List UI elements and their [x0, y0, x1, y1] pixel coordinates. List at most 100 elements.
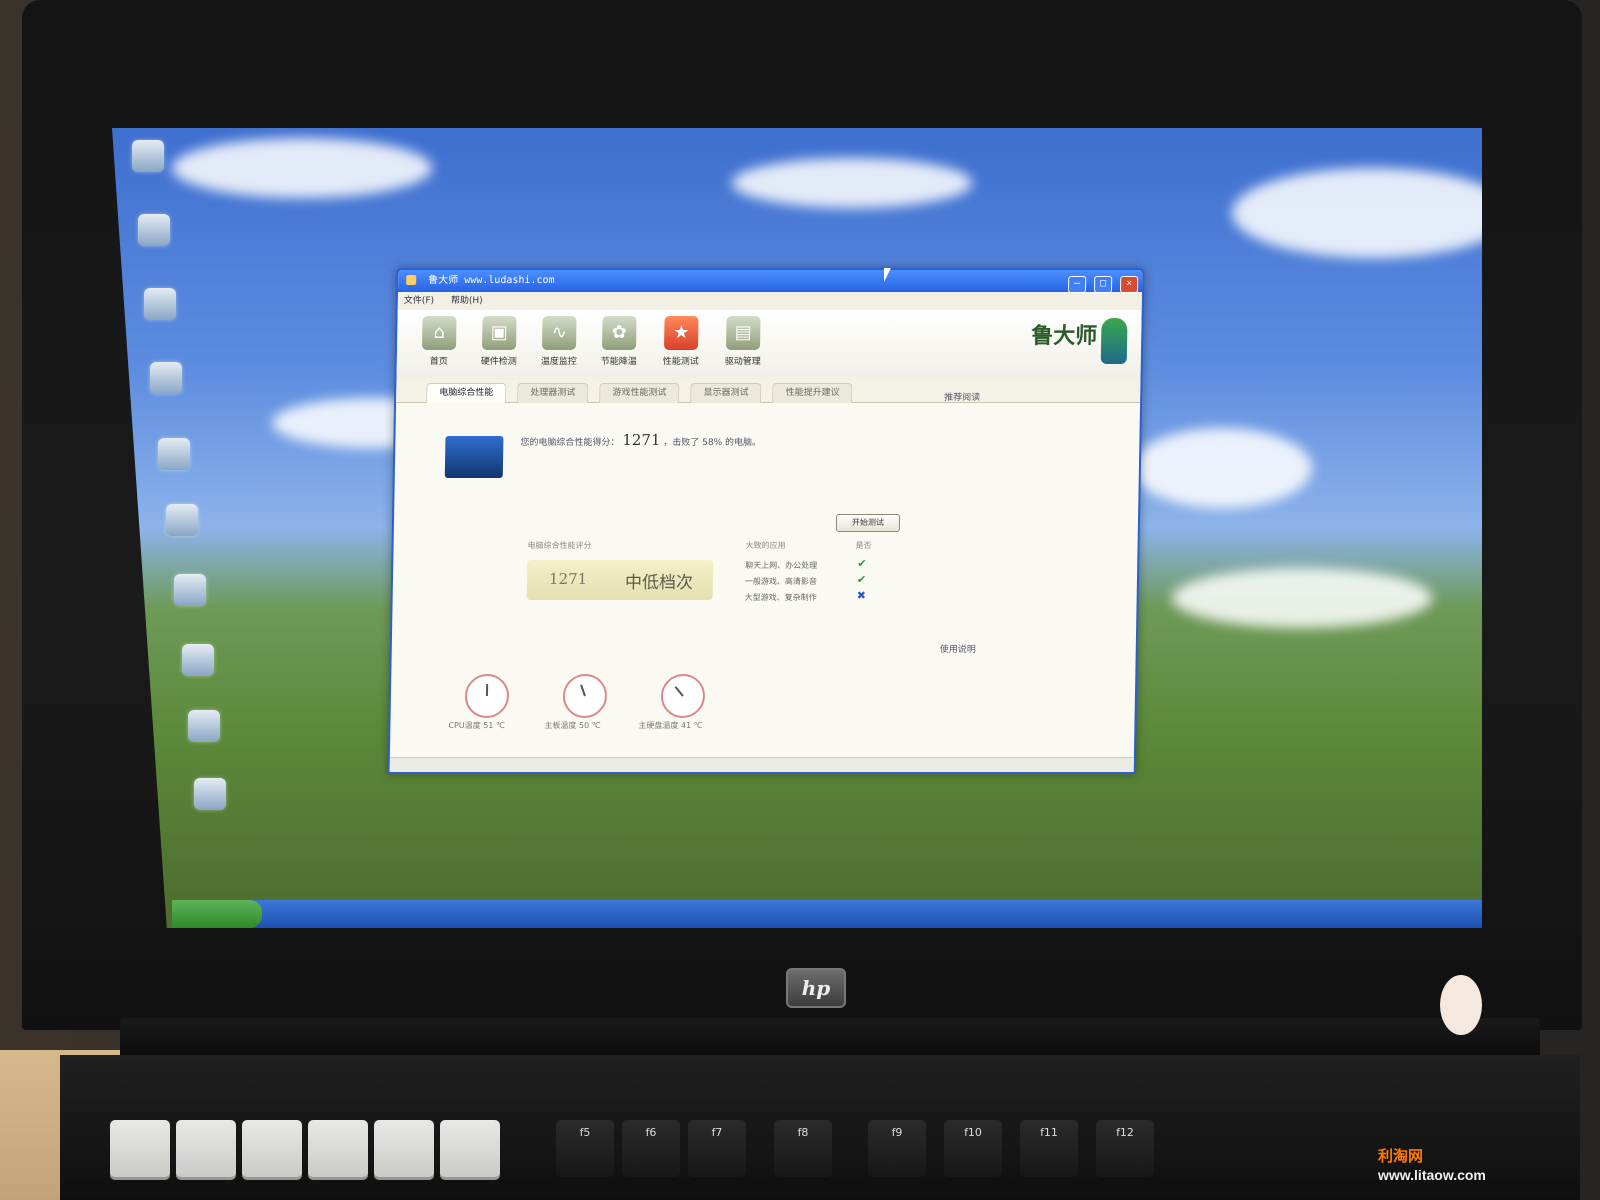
suitability-header-ok: 是否	[855, 541, 872, 550]
close-icon[interactable]: ×	[1119, 276, 1139, 293]
recommended-link[interactable]	[943, 465, 1123, 479]
tool-label: 首页	[429, 357, 448, 367]
cloud	[1132, 428, 1312, 508]
recommended-heading: 推荐阅读	[944, 393, 981, 403]
watermark: 利淘网 www.litaow.com	[1378, 1148, 1486, 1184]
key-label: f9	[891, 1126, 903, 1139]
watermark-url: www.litaow.com	[1378, 1167, 1486, 1183]
keyboard-key: f8	[774, 1120, 832, 1180]
main-toolbar: ⌂ 首页 ▣ 硬件检测 ∿ 温度监控 ✿ 节能降温 ★ 性能测试 ▤ 驱动管理 鲁大师	[396, 310, 1142, 380]
laptop-hinge	[120, 1018, 1540, 1058]
recycle-bin-icon[interactable]	[150, 362, 182, 394]
score-caption: 电脑综合性能评分	[527, 541, 592, 550]
keyboard-key: f9	[868, 1120, 926, 1180]
start-button[interactable]	[172, 900, 262, 928]
start-test-button[interactable]: 开始测试	[835, 514, 901, 532]
desktop-icon[interactable]	[174, 574, 206, 606]
cloud	[732, 158, 972, 208]
keyboard-key: f7	[688, 1120, 746, 1180]
menu-file[interactable]: 文件(F)	[404, 296, 434, 306]
score-grade: 中低档次	[624, 573, 694, 593]
maximize-icon[interactable]: □	[1093, 276, 1113, 293]
keyboard-key: f12	[1096, 1120, 1154, 1180]
gauge-value: 50 ℃	[578, 721, 601, 730]
suitability-header: 大致的应用	[745, 541, 786, 550]
desktop-icon[interactable]	[188, 710, 220, 742]
gauge-icon	[660, 674, 706, 718]
tool-label: 性能测试	[662, 357, 699, 367]
mouse-cursor-icon	[884, 268, 891, 282]
minimize-icon[interactable]: –	[1067, 276, 1087, 293]
key-label: f12	[1116, 1126, 1134, 1139]
score-summary: 您的电脑综合性能得分： 1271 ，击败了 58% 的电脑。	[520, 431, 920, 449]
keyboard-key: f6	[622, 1120, 680, 1180]
tab-overall[interactable]: 电脑综合性能	[426, 383, 507, 403]
menu-help[interactable]: 帮助(H)	[451, 296, 483, 306]
star-shortcut-icon[interactable]	[194, 778, 226, 810]
taskbar	[172, 900, 1482, 928]
check-icon: ✔	[857, 557, 867, 570]
tab-cpu[interactable]: 处理器测试	[517, 383, 589, 403]
recommended-link[interactable]	[942, 493, 1122, 507]
menu-bar: 文件(F) 帮助(H)	[397, 292, 1142, 310]
suitability-row: 聊天上网、办公处理	[745, 561, 818, 570]
desktop-icon[interactable]	[166, 504, 198, 536]
app-icon	[406, 275, 417, 285]
tab-display[interactable]: 显示器测试	[690, 383, 762, 403]
desktop-icon[interactable]	[144, 288, 176, 320]
computer-icon	[444, 436, 504, 478]
gauge-label: 主板温度 50 ℃	[544, 720, 600, 731]
keyboard-key	[176, 1120, 236, 1180]
recommended-link[interactable]	[943, 451, 1123, 465]
desktop-icon[interactable]	[182, 644, 214, 676]
keyboard-key	[110, 1120, 170, 1180]
hp-logo: hp	[786, 968, 846, 1008]
suitability-row: 大型游戏、复杂制作	[744, 593, 817, 602]
tab-tips[interactable]: 性能提升建议	[772, 383, 853, 403]
key-label: f7	[711, 1126, 723, 1139]
tool-label: 驱动管理	[724, 357, 761, 367]
gauge-name: 主硬盘温度	[638, 721, 679, 730]
recommended-link[interactable]	[942, 507, 1122, 521]
recommended-link[interactable]	[943, 423, 1123, 437]
score-badge: 1271 中低档次	[526, 560, 714, 600]
usage-heading: 使用说明	[939, 645, 976, 655]
temperature-icon: ∿	[541, 316, 577, 350]
parrot-mascot-icon	[1100, 318, 1128, 364]
watermark-brand: 利淘网	[1378, 1148, 1424, 1165]
status-bar	[389, 757, 1140, 772]
tool-driver[interactable]: ▤ 驱动管理	[715, 316, 772, 367]
energy-icon: ✿	[601, 316, 637, 350]
brand-logo: 鲁大师	[1031, 318, 1128, 364]
tool-label: 硬件检测	[480, 357, 517, 367]
gauge-label: 主硬盘温度 41 ℃	[638, 720, 702, 731]
tool-home[interactable]: ⌂ 首页	[411, 316, 468, 367]
desktop-icon[interactable]	[132, 140, 164, 172]
check-icon: ✔	[856, 573, 867, 586]
desktop-icon[interactable]	[158, 438, 190, 470]
recommended-link[interactable]	[943, 437, 1123, 451]
cloud	[172, 138, 432, 198]
tool-hardware[interactable]: ▣ 硬件检测	[471, 316, 528, 367]
keyboard-key	[440, 1120, 500, 1180]
keyboard-key	[308, 1120, 368, 1180]
tool-performance[interactable]: ★ 性能测试	[653, 316, 710, 367]
tool-label: 温度监控	[540, 357, 577, 367]
tool-energy[interactable]: ✿ 节能降温	[591, 316, 648, 367]
gauge-icon	[464, 674, 510, 718]
sticker	[1440, 975, 1482, 1035]
tool-temperature[interactable]: ∿ 温度监控	[531, 316, 588, 367]
cloud	[1232, 168, 1482, 258]
recommended-link[interactable]	[942, 479, 1122, 493]
star-icon: ★	[663, 316, 699, 350]
window-titlebar: 鲁大师 www.ludashi.com – □ ×	[397, 270, 1143, 293]
score-suffix: ，击败了 58% 的电脑。	[663, 438, 762, 448]
tab-game[interactable]: 游戏性能测试	[599, 383, 680, 403]
recommended-link[interactable]	[944, 409, 1124, 423]
key-label: f8	[797, 1126, 809, 1139]
desktop-icon[interactable]	[138, 214, 170, 246]
gauge-value: 51 ℃	[483, 721, 506, 730]
key-label: f11	[1040, 1126, 1058, 1139]
gauge-value: 41 ℃	[680, 721, 703, 730]
suitability-row: 一般游戏、高清影音	[744, 577, 818, 586]
